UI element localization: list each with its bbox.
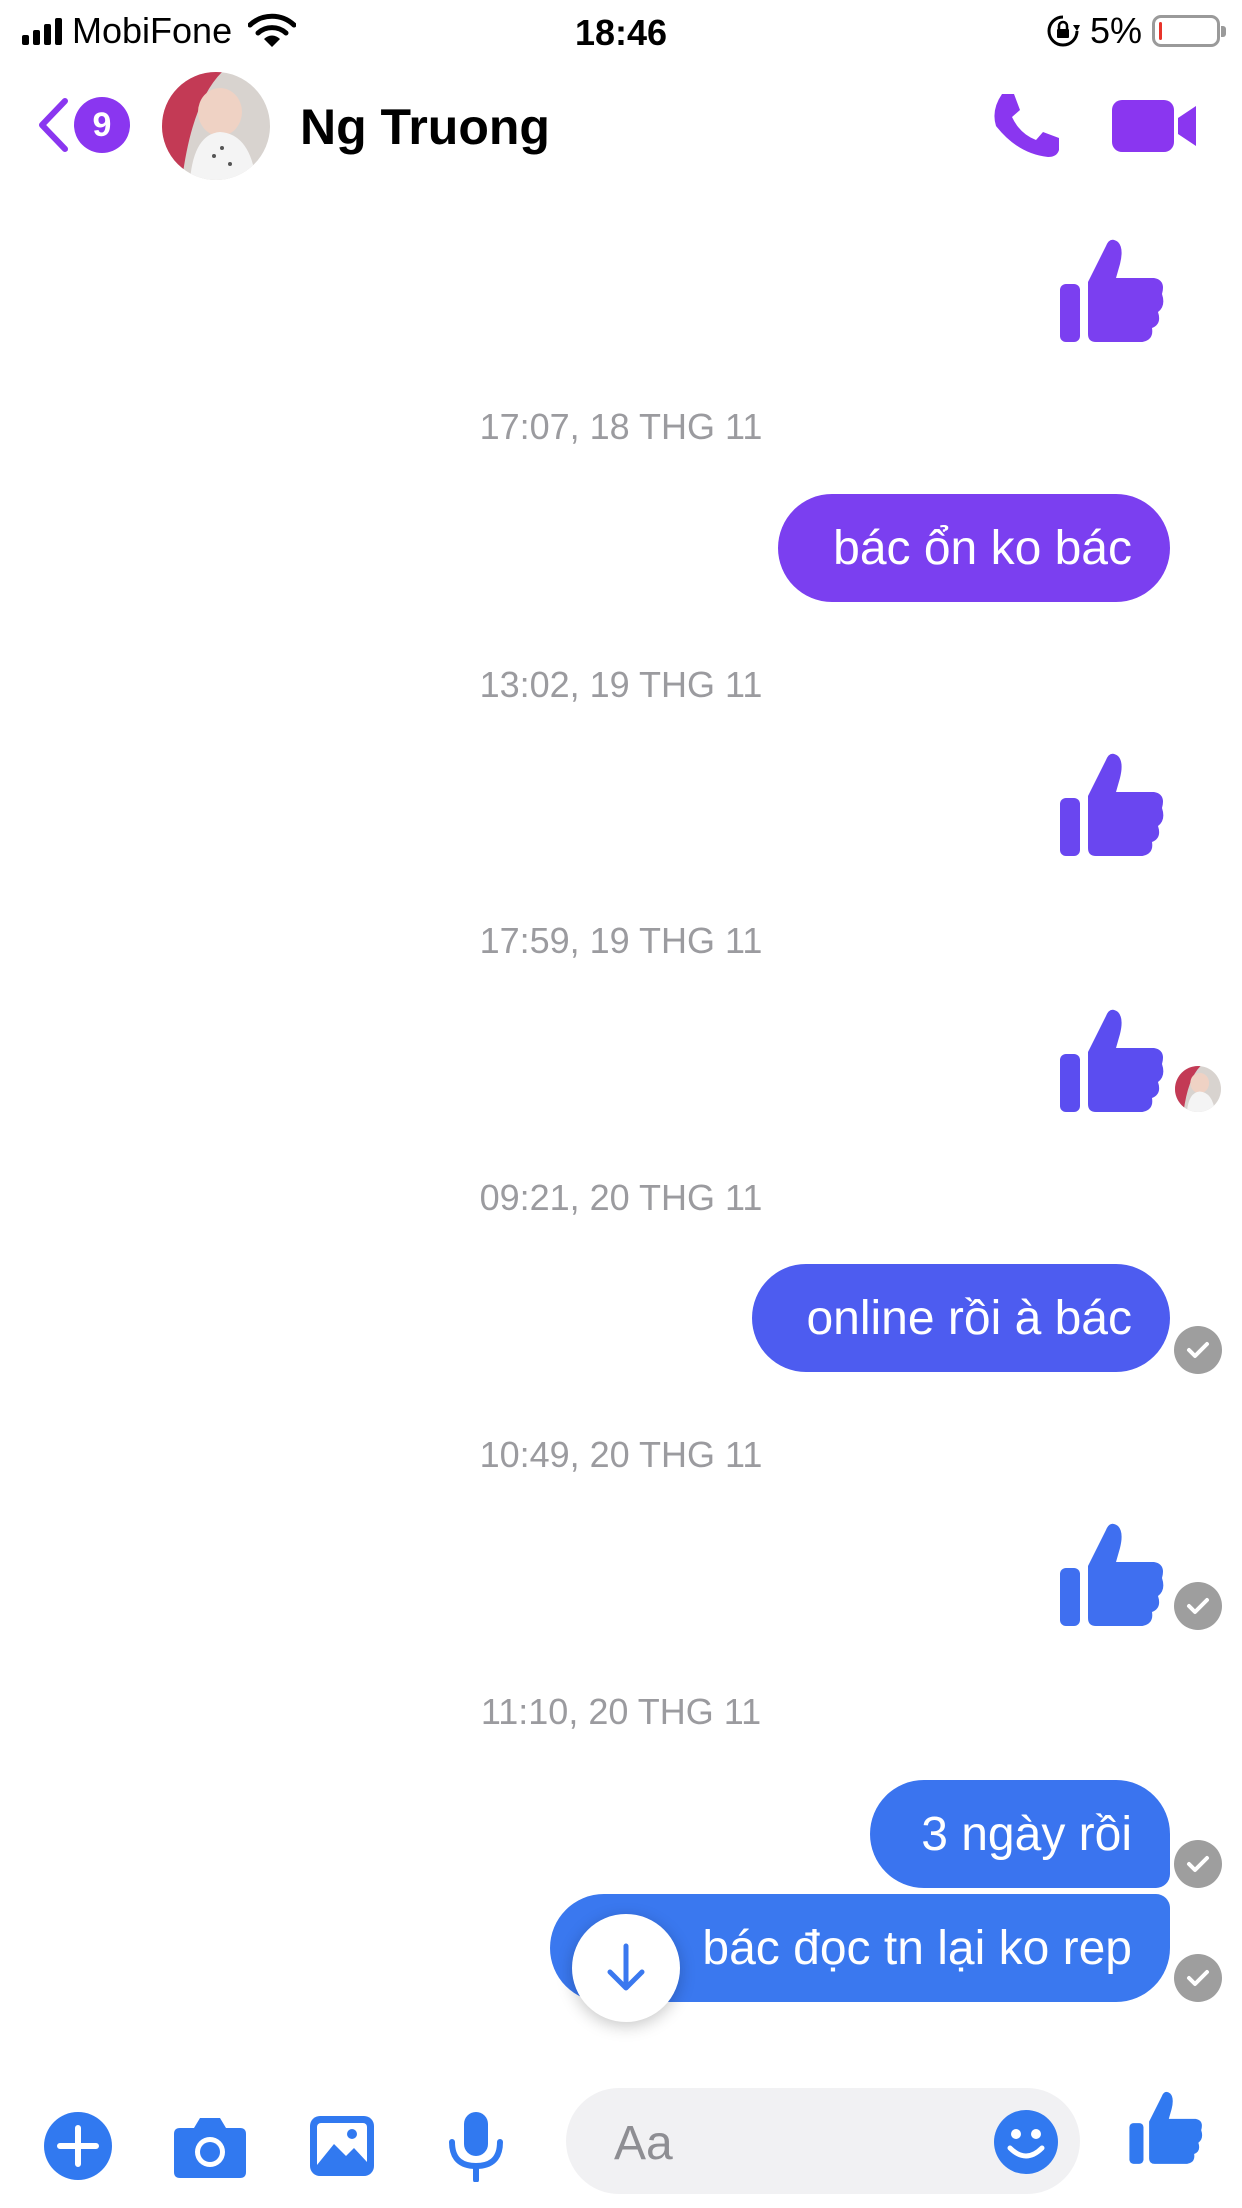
- checkmark-icon: [1187, 1598, 1209, 1614]
- message-timestamp: 17:59, 19 THG 11: [479, 920, 763, 961]
- message-timestamp: 13:02, 19 THG 11: [479, 664, 763, 705]
- back-button[interactable]: 9: [36, 90, 130, 160]
- message-input-placeholder: Aa: [614, 2117, 673, 2170]
- chevron-left-icon: [39, 98, 68, 152]
- checkmark-icon: [1187, 1970, 1209, 1986]
- read-receipt-avatar: [1173, 1064, 1223, 1114]
- message-timestamp: 17:07, 18 THG 11: [479, 406, 763, 447]
- sent-message-bubble[interactable]: bác ổn ko bác: [778, 494, 1170, 602]
- thumbs-up-send-button[interactable]: [1128, 2086, 1204, 2170]
- rotation-lock-icon: [1047, 15, 1080, 47]
- thumbs-up-icon[interactable]: [1058, 236, 1166, 346]
- avatar-photo: [162, 72, 270, 180]
- thumbs-up-icon[interactable]: [1058, 1520, 1166, 1630]
- sent-check-icon: [1174, 1326, 1222, 1374]
- plus-button[interactable]: [42, 2110, 114, 2182]
- phone-call-button[interactable]: [988, 90, 1064, 160]
- sent-check-icon: [1174, 1582, 1222, 1630]
- gallery-button[interactable]: [306, 2110, 378, 2182]
- sent-message-bubble[interactable]: online rồi à bác: [752, 1264, 1170, 1372]
- camera-button[interactable]: [172, 2110, 248, 2182]
- message-timestamp: 11:10, 20 THG 11: [480, 1691, 762, 1732]
- message-timestamp: 09:21, 20 THG 11: [479, 1177, 763, 1218]
- video-call-button[interactable]: [1112, 98, 1198, 154]
- battery-fill: [1159, 22, 1162, 40]
- arrow-down-icon: [607, 1943, 645, 1991]
- conversation-header: 9 Ng Truong: [0, 62, 1242, 190]
- unread-count-badge: 9: [74, 97, 130, 153]
- sent-check-icon: [1174, 1840, 1222, 1888]
- emoji-button[interactable]: [992, 2108, 1060, 2176]
- sent-check-icon: [1174, 1954, 1222, 2002]
- status-bar: MobiFone 18:46 5%: [0, 0, 1242, 62]
- avatar-photo: [1175, 1066, 1221, 1112]
- sent-message-bubble[interactable]: 3 ngày rồi: [870, 1780, 1170, 1888]
- microphone-button[interactable]: [440, 2110, 512, 2182]
- thumbs-up-icon[interactable]: [1058, 1006, 1166, 1116]
- battery-percentage: 5%: [1089, 10, 1142, 51]
- message-input[interactable]: Aa: [566, 2088, 1080, 2194]
- message-timestamp: 10:49, 20 THG 11: [479, 1434, 763, 1475]
- checkmark-icon: [1187, 1856, 1209, 1872]
- contact-avatar[interactable]: [162, 72, 270, 180]
- contact-name[interactable]: Ng Truong: [300, 98, 550, 156]
- thumbs-up-icon[interactable]: [1058, 750, 1166, 860]
- checkmark-icon: [1187, 1342, 1209, 1358]
- battery-icon: [1152, 15, 1226, 47]
- scroll-to-bottom-button[interactable]: [572, 1914, 680, 2022]
